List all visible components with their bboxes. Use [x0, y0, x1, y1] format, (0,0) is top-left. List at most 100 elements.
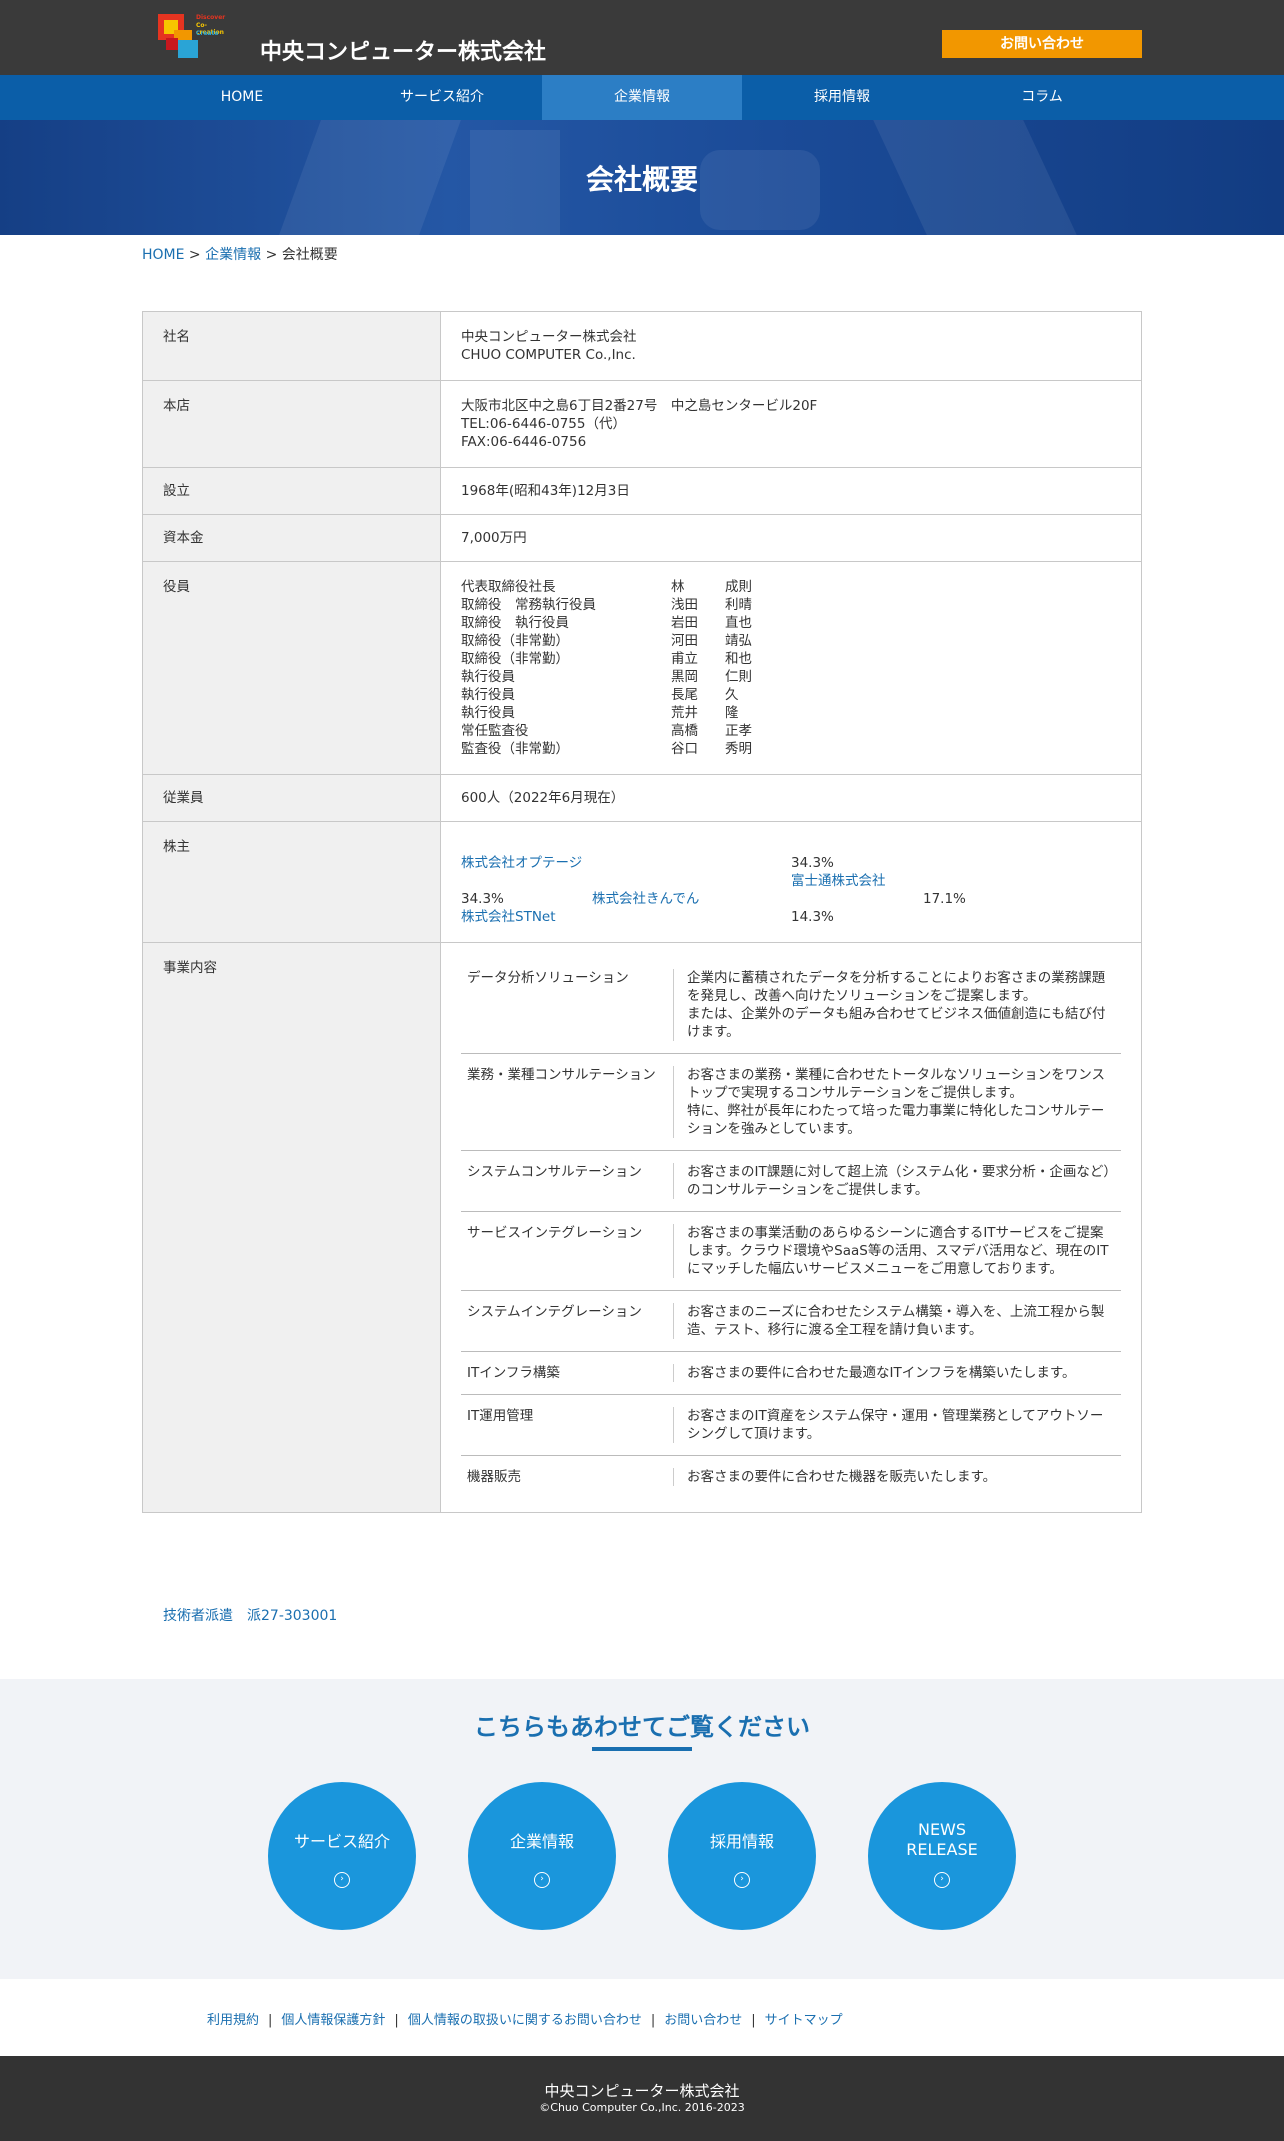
nav-item-home[interactable]: HOME: [142, 75, 342, 120]
business-name: 機器販売: [467, 1468, 674, 1486]
business-row: ITインフラ構築 お客さまの要件に合わせた最適なITインフラを構築いたします。: [461, 1352, 1121, 1395]
related-services-button[interactable]: サービス紹介 ›: [268, 1782, 416, 1930]
footer-link-privacy[interactable]: 個人情報保護方針: [281, 2013, 385, 2028]
site-footer: 中央コンピューター株式会社 ©Chuo Computer Co.,Inc. 20…: [0, 2056, 1284, 2141]
officers-list: 代表取締役社長 林 成則 取締役 常務執行役員 浅田 利晴 取締役 執行役員 岩田 直也 取締役（…: [461, 578, 1121, 758]
nav-item-company[interactable]: 企業情報: [542, 75, 742, 120]
officer-title: 取締役（非常勤）: [461, 651, 569, 667]
company-name-ja: 中央コンピューター株式会社: [461, 329, 637, 345]
company-info-table: 社名 中央コンピューター株式会社 CHUO COMPUTER Co.,Inc. …: [142, 311, 1142, 1513]
shareholder-link[interactable]: 株式会社オプテージ: [461, 854, 791, 872]
table-row: 社名 中央コンピューター株式会社 CHUO COMPUTER Co.,Inc.: [142, 311, 1142, 381]
row-label: 社名: [142, 311, 441, 381]
founded-value: 1968年(昭和43年)12月3日: [440, 467, 1142, 515]
officer-title: 取締役（非常勤）: [461, 633, 569, 649]
officer-family: 黒岡: [671, 669, 698, 685]
officer-given: 直也: [725, 615, 752, 631]
footer-link-terms[interactable]: 利用規約: [207, 2013, 259, 2028]
breadcrumb-separator: >: [261, 247, 282, 263]
row-label: 株主: [142, 821, 441, 943]
footer-separator: |: [394, 2013, 399, 2028]
business-row: IT運用管理 お客さまのIT資産をシステム保守・運用・管理業務としてアウトソーシン…: [461, 1395, 1121, 1456]
table-row: 本店 大阪市北区中之島6丁目2番27号 中之島センタービル20F TEL:06-…: [142, 380, 1142, 468]
officer-title: 取締役 常務執行役員: [461, 597, 596, 613]
footer-links: 利用規約 | 個人情報保護方針 | 個人情報の取扱いに関するお問い合わせ | お問い合わせ |…: [207, 2009, 843, 2028]
row-label: 本店: [142, 380, 441, 468]
officer-given: 仁則: [725, 669, 752, 685]
officer-family: 河田: [671, 633, 698, 649]
row-value: 代表取締役社長 林 成則 取締役 常務執行役員 浅田 利晴 取締役 執行役員 岩田 直也 取締役（…: [440, 561, 1142, 775]
main-nav: HOME サービス紹介 企業情報 採用情報 コラム: [0, 75, 1284, 120]
related-heading: こちらもあわせてご覧ください: [474, 1713, 810, 1741]
nav-item-column[interactable]: コラム: [942, 75, 1142, 120]
contact-button[interactable]: お問い合わせ: [942, 30, 1142, 58]
chevron-circle-right-icon: ›: [934, 1872, 950, 1888]
officer-given: 成則: [725, 579, 752, 595]
nav-item-recruit[interactable]: 採用情報: [742, 75, 942, 120]
business-description: お客さまのニーズに合わせたシステム構築・導入を、上流工程から製造、テスト、移行に…: [687, 1304, 1105, 1338]
hero-banner: 会社概要: [0, 120, 1284, 235]
nav-item-services[interactable]: サービス紹介: [342, 75, 542, 120]
shareholder-link[interactable]: 株式会社きんでん: [592, 890, 923, 908]
business-list: データ分析ソリューション 企業内に蓄積されたデータを分析することによりお客さまの業…: [461, 957, 1121, 1498]
row-label: 役員: [142, 561, 441, 775]
officer-given: 正孝: [725, 723, 752, 739]
table-row: 事業内容 データ分析ソリューション 企業内に蓄積されたデータを分析することによりお…: [142, 942, 1142, 1513]
business-name: ITインフラ構築: [467, 1364, 674, 1382]
officer-given: 隆: [725, 705, 739, 721]
officer-family: 長尾: [671, 687, 698, 703]
row-label: 資本金: [142, 514, 441, 562]
business-name: サービスインテグレーション: [467, 1224, 674, 1278]
shareholder-link[interactable]: 富士通株式会社: [791, 873, 886, 889]
company-name-en: CHUO COMPUTER Co.,Inc.: [461, 347, 636, 363]
business-name: システムコンサルテーション: [467, 1163, 674, 1199]
related-company-button[interactable]: 企業情報 ›: [468, 1782, 616, 1930]
row-label: 従業員: [142, 774, 441, 822]
circle-label-line1: NEWS: [917, 1820, 967, 1839]
officer-title: 取締役 執行役員: [461, 615, 569, 631]
breadcrumb-home-link[interactable]: HOME: [142, 247, 184, 263]
business-description: お客さまの業務・業種に合わせたトータルなソリューションをワンストップで実現するコ…: [687, 1067, 1105, 1137]
heading-underline: [592, 1747, 692, 1751]
related-news-button[interactable]: NEWS RELEASE ›: [868, 1782, 1016, 1930]
circle-label-line2: RELEASE: [906, 1840, 978, 1859]
chevron-circle-right-icon: ›: [534, 1872, 550, 1888]
company-logo[interactable]: Discover Co-creation Create: [158, 12, 232, 64]
business-description: お客さまの要件に合わせた機器を販売いたします。: [687, 1469, 997, 1485]
business-description: お客さまのIT資産をシステム保守・運用・管理業務としてアウトソーシングして頂けま…: [687, 1408, 1104, 1442]
officer-title: 監査役（非常勤）: [461, 741, 569, 757]
table-row: 従業員 600人（2022年6月現在）: [142, 774, 1142, 822]
officer-family: 林: [671, 579, 685, 595]
circle-label: 採用情報: [709, 1832, 774, 1851]
footer-link-privacy-contact[interactable]: 個人情報の取扱いに関するお問い合わせ: [408, 2013, 642, 2028]
shareholder-pct: 14.3%: [791, 909, 834, 925]
table-row: 役員 代表取締役社長 林 成則 取締役 常務執行役員 浅田 利晴 取締役 執行役員 岩田 直也取…: [142, 561, 1142, 775]
officer-family: 甫立: [671, 651, 698, 667]
chevron-circle-right-icon: ›: [334, 1872, 350, 1888]
business-description: お客さまのIT課題に対して超上流（システム化・要求分析・企画など）のコンサルテー…: [687, 1164, 1111, 1198]
breadcrumb-company-link[interactable]: 企業情報: [205, 247, 261, 263]
officer-family: 高橋: [671, 723, 698, 739]
page-title: 会社概要: [585, 163, 698, 196]
shareholder-pct: 34.3%: [791, 855, 834, 871]
footer-link-sitemap[interactable]: サイトマップ: [765, 2013, 843, 2028]
business-row: 機器販売 お客さまの要件に合わせた機器を販売いたします。: [461, 1456, 1121, 1498]
site-header: Discover Co-creation Create 中央コンピューター株式会…: [0, 0, 1284, 75]
company-name[interactable]: 中央コンピューター株式会社: [260, 34, 546, 66]
business-name: IT運用管理: [467, 1407, 674, 1443]
business-description: 企業内に蓄積されたデータを分析することによりお客さまの業務課題を発見し、改善へ向…: [687, 970, 1106, 1040]
breadcrumb-separator: >: [184, 247, 206, 263]
footer-separator: |: [650, 2013, 656, 2028]
footer-copyright: ©Chuo Computer Co.,Inc. 2016-2023: [539, 2101, 745, 2114]
row-value: 大阪市北区中之島6丁目2番27号 中之島センタービル20F TEL:06-644…: [440, 380, 1142, 468]
shareholder-link[interactable]: 株式会社STNet: [461, 908, 791, 926]
footer-link-contact[interactable]: お問い合わせ: [664, 2013, 742, 2028]
shareholder-pct: 17.1%: [923, 891, 966, 907]
footer-separator: |: [268, 2013, 273, 2028]
breadcrumb-current: 会社概要: [281, 247, 338, 263]
related-recruit-button[interactable]: 採用情報 ›: [668, 1782, 816, 1930]
business-name: 業務・業種コンサルテーション: [467, 1066, 674, 1138]
footer-company-name: 中央コンピューター株式会社: [544, 2082, 740, 2100]
officer-given: 秀明: [725, 741, 752, 757]
capital-value: 7,000万円: [440, 514, 1142, 562]
